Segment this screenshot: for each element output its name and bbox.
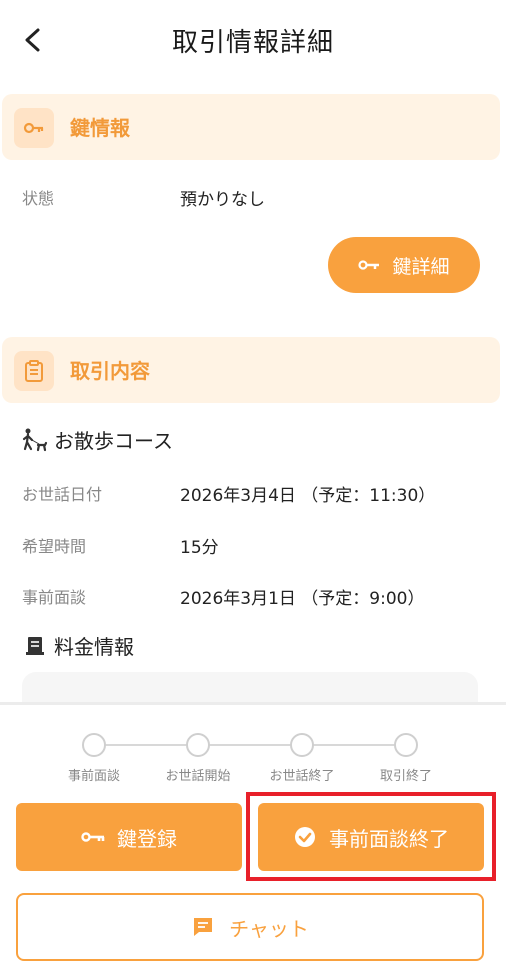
step-label-1: 事前面談 <box>67 769 120 784</box>
deal-section-title: 取引内容 <box>70 359 150 383</box>
fee-heading: 料金情報 <box>22 631 134 660</box>
step-label-3: お世話終了 <box>269 769 335 784</box>
receipt-icon <box>26 636 44 655</box>
chat-label: チャット <box>229 916 309 941</box>
fee-title: 料金情報 <box>54 635 134 659</box>
step-dot-1 <box>82 733 106 757</box>
status-label: 状態 <box>22 189 55 208</box>
desired-time-label: 希望時間 <box>22 537 87 556</box>
key-detail-button[interactable]: 鍵詳細 <box>328 237 480 293</box>
key-icon <box>14 108 54 148</box>
status-value: 預かりなし <box>180 190 265 210</box>
page-title: 取引情報詳細 <box>171 28 334 58</box>
bottom-action-panel: 事前面談 お世話開始 お世話終了 取引終了 鍵登録 事前面談終了 チャット <box>0 702 506 962</box>
progress-line <box>96 744 406 746</box>
step-dot-4 <box>394 733 418 757</box>
dog-walk-icon <box>22 428 48 451</box>
key-detail-label: 鍵詳細 <box>392 255 450 278</box>
step-dot-2 <box>186 733 210 757</box>
step-label-4: 取引終了 <box>379 769 432 784</box>
care-date-value: 2026年3月4日 （予定：11:30） <box>180 486 436 506</box>
step-label-2: お世話開始 <box>165 769 231 784</box>
clipboard-icon <box>14 351 54 391</box>
key-info-title: 鍵情報 <box>70 116 130 140</box>
key-register-label: 鍵登録 <box>117 826 177 851</box>
key-info-section-header: 鍵情報 <box>2 94 500 160</box>
interview-finish-label: 事前面談終了 <box>329 826 449 851</box>
desired-time-value: 15分 <box>180 538 219 558</box>
check-circle-icon <box>295 827 315 847</box>
course-heading: お散歩コース <box>22 425 173 454</box>
key-register-button[interactable]: 鍵登録 <box>16 803 242 871</box>
care-date-label: お世話日付 <box>22 485 103 504</box>
interview-value: 2026年3月1日 （予定：9:00） <box>180 589 425 609</box>
header: 取引情報詳細 <box>0 0 506 80</box>
deal-section-header: 取引内容 <box>2 337 500 403</box>
interview-finish-button[interactable]: 事前面談終了 <box>258 803 484 871</box>
course-name: お散歩コース <box>54 429 173 453</box>
step-dot-3 <box>290 733 314 757</box>
key-icon <box>81 832 105 842</box>
chat-button[interactable]: チャット <box>16 893 484 961</box>
chat-icon <box>194 918 213 936</box>
key-icon <box>358 260 380 270</box>
interview-label: 事前面談 <box>22 588 87 607</box>
